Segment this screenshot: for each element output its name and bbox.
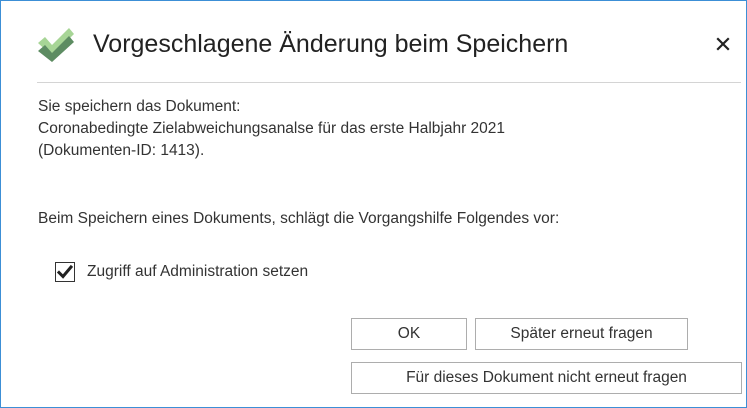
close-button[interactable] [709, 30, 737, 58]
green-check-icon [35, 26, 75, 62]
message-line-document-label: Sie speichern das Dokument: [38, 98, 241, 115]
title-separator [37, 82, 741, 83]
dialog-titlebar: Vorgeschlagene Änderung beim Speichern [1, 1, 746, 81]
message-line-document-name: Coronabedingte Zielabweichungsanalse für… [38, 120, 506, 137]
close-icon [716, 37, 730, 51]
administration-access-option[interactable]: Zugriff auf Administration setzen [55, 260, 308, 284]
administration-access-checkbox[interactable] [55, 262, 75, 282]
message-line-document-id: (Dokumenten-ID: 1413). [38, 142, 205, 159]
message-line-suggestion: Beim Speichern eines Dokuments, schlägt … [38, 210, 560, 227]
ok-button[interactable]: OK [351, 318, 467, 350]
ask-later-button[interactable]: Später erneut fragen [475, 318, 688, 350]
suggestion-dialog: Vorgeschlagene Änderung beim Speichern S… [0, 0, 747, 408]
administration-access-label: Zugriff auf Administration setzen [87, 263, 309, 280]
dialog-title: Vorgeschlagene Änderung beim Speichern [93, 30, 569, 58]
dont-ask-again-button[interactable]: Für dieses Dokument nicht erneut fragen [351, 362, 742, 394]
checkmark-icon [57, 264, 73, 279]
